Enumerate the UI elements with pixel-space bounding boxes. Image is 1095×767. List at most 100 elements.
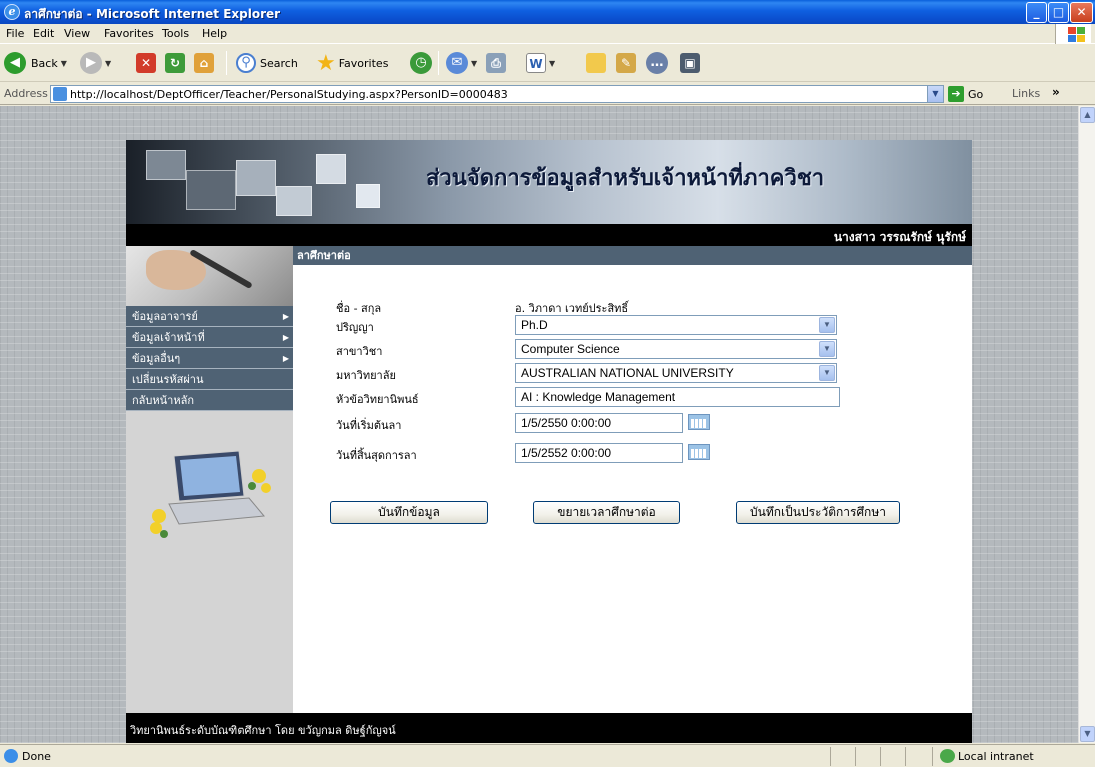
- page-banner: ส่วนจัดการข้อมูลสำหรับเจ้าหน้าที่ภาควิชา: [126, 140, 972, 224]
- print-button[interactable]: ⎙: [486, 50, 506, 76]
- university-label: มหาวิทยาลัย: [336, 369, 396, 382]
- status-text: Done: [22, 750, 51, 763]
- toolbar: ◀ Back ▼ ▶ ▼ ✕ ↻ ⌂ ⚲ Search ★ Favorites …: [0, 45, 1095, 82]
- sidebar-photo: [126, 246, 293, 306]
- forward-button[interactable]: ▶ ▼: [80, 50, 111, 76]
- name-label: ชื่อ - สกุล: [336, 302, 382, 315]
- page-icon: [53, 87, 67, 101]
- title-bar: e ลาศึกษาต่อ - Microsoft Internet Explor…: [0, 0, 1095, 24]
- mail-button[interactable]: ✉ ▼: [446, 50, 477, 76]
- save-button[interactable]: บันทึกข้อมูล: [330, 501, 488, 524]
- messenger-button[interactable]: …: [646, 50, 668, 76]
- links-button[interactable]: Links: [1012, 87, 1040, 100]
- forward-arrow-icon: ▶: [80, 52, 102, 74]
- extend-study-button[interactable]: ขยายเวลาศึกษาต่อ: [533, 501, 680, 524]
- stop-button[interactable]: ✕: [136, 50, 156, 76]
- content-panel: ลาศึกษาต่อ ชื่อ - สกุล อ. วิภาดา เวทย์ปร…: [293, 246, 972, 713]
- ie-icon: e: [4, 4, 20, 20]
- page-done-icon: [4, 749, 18, 763]
- back-arrow-icon: ◀: [4, 52, 26, 74]
- chevron-down-icon[interactable]: ▼: [819, 365, 835, 381]
- chevron-down-icon[interactable]: ▼: [819, 317, 835, 333]
- scroll-down-icon[interactable]: ▼: [1080, 726, 1095, 742]
- tool-button[interactable]: ▣: [680, 50, 700, 76]
- go-label: Go: [968, 87, 984, 101]
- go-button[interactable]: ➔ Go: [948, 86, 983, 102]
- section-title: ลาศึกษาต่อ: [293, 246, 972, 265]
- chevron-down-icon: ▼: [549, 58, 556, 68]
- chevron-right-icon: ▶: [282, 312, 289, 321]
- menu-view[interactable]: View: [64, 27, 90, 40]
- stop-icon: ✕: [136, 53, 156, 73]
- back-label: Back: [31, 56, 58, 70]
- user-bar: นางสาว วรรณรักษ์ นุรักษ์: [126, 224, 972, 246]
- sidebar-item-other[interactable]: ข้อมูลอื่นๆ ▶: [126, 348, 293, 369]
- thesis-label: หัวข้อวิทยานิพนธ์: [336, 393, 419, 406]
- sidebar-menu: ข้อมูลอาจารย์ ▶ ข้อมูลเจ้าหน้าที่ ▶ ข้อม…: [126, 306, 293, 411]
- security-zone: Local intranet: [958, 750, 1034, 763]
- chevron-down-icon: ▼: [471, 58, 478, 68]
- degree-select[interactable]: Ph.D ▼: [515, 315, 837, 335]
- degree-label: ปริญญา: [336, 321, 374, 334]
- history-icon: ◷: [410, 52, 432, 74]
- save-history-button[interactable]: บันทึกเป็นประวัติการศึกษา: [736, 501, 900, 524]
- sidebar-item-home[interactable]: กลับหน้าหลัก: [126, 390, 293, 411]
- intranet-icon: [940, 749, 955, 763]
- vertical-scrollbar[interactable]: ▲ ▼: [1078, 106, 1095, 743]
- search-button[interactable]: ⚲ Search: [236, 50, 298, 76]
- chevron-right-icon[interactable]: »: [1052, 85, 1060, 99]
- close-button[interactable]: ✕: [1070, 2, 1093, 23]
- degree-value: Ph.D: [521, 318, 548, 332]
- sidebar-item-label: เปลี่ยนรหัสผ่าน: [132, 373, 204, 386]
- history-button[interactable]: ◷: [410, 50, 432, 76]
- chevron-down-icon[interactable]: ▼: [819, 341, 835, 357]
- favorites-button[interactable]: ★ Favorites: [316, 50, 388, 76]
- calendar-icon[interactable]: [688, 444, 710, 460]
- user-name: นางสาว วรรณรักษ์ นุรักษ์: [833, 230, 966, 244]
- menu-file[interactable]: File: [6, 27, 24, 40]
- home-button[interactable]: ⌂: [194, 50, 214, 76]
- home-icon: ⌂: [194, 53, 214, 73]
- address-url: http://localhost/DeptOfficer/Teacher/Per…: [70, 88, 508, 101]
- laptop-flowers-illustration: [150, 450, 271, 538]
- window-title: ลาศึกษาต่อ - Microsoft Internet Explorer: [24, 7, 281, 21]
- messenger-icon: …: [646, 52, 668, 74]
- start-date-value: 1/5/2550 0:00:00: [521, 416, 612, 430]
- scroll-up-icon[interactable]: ▲: [1080, 107, 1095, 123]
- edit-button[interactable]: W ▼: [526, 50, 555, 76]
- address-label: Address: [4, 87, 48, 100]
- sidebar-item-staff[interactable]: ข้อมูลเจ้าหน้าที่ ▶: [126, 327, 293, 348]
- folder-button[interactable]: [586, 50, 606, 76]
- footer-text: วิทยานิพนธ์ระดับบัณฑิตศึกษา โดย ขวัญกมล …: [130, 724, 396, 737]
- sidebar-item-change-password[interactable]: เปลี่ยนรหัสผ่าน: [126, 369, 293, 390]
- refresh-icon: ↻: [165, 53, 185, 73]
- status-bar: Done Local intranet: [0, 744, 1095, 767]
- thesis-input[interactable]: AI : Knowledge Management: [515, 387, 840, 407]
- end-date-input[interactable]: 1/5/2552 0:00:00: [515, 443, 683, 463]
- menu-edit[interactable]: Edit: [33, 27, 54, 40]
- star-icon: ★: [316, 50, 336, 76]
- word-icon: W: [526, 53, 546, 73]
- maximize-button[interactable]: □: [1048, 2, 1069, 23]
- university-select[interactable]: AUSTRALIAN NATIONAL UNIVERSITY ▼: [515, 363, 837, 383]
- calendar-icon[interactable]: [688, 414, 710, 430]
- major-select[interactable]: Computer Science ▼: [515, 339, 837, 359]
- menu-tools[interactable]: Tools: [162, 27, 189, 40]
- sidebar-item-teacher[interactable]: ข้อมูลอาจารย์ ▶: [126, 306, 293, 327]
- tool-icon: ▣: [680, 53, 700, 73]
- minimize-button[interactable]: _: [1026, 2, 1047, 23]
- university-value: AUSTRALIAN NATIONAL UNIVERSITY: [521, 366, 734, 380]
- chevron-down-icon: ▼: [60, 58, 67, 68]
- start-date-input[interactable]: 1/5/2550 0:00:00: [515, 413, 683, 433]
- chevron-down-icon[interactable]: ▼: [927, 86, 943, 102]
- search-icon: ⚲: [236, 53, 256, 73]
- address-input[interactable]: http://localhost/DeptOfficer/Teacher/Per…: [50, 85, 944, 103]
- chevron-down-icon: ▼: [105, 58, 112, 68]
- sidebar-item-label: กลับหน้าหลัก: [132, 394, 194, 407]
- back-button[interactable]: ◀ Back ▼: [4, 50, 67, 76]
- address-bar: Address http://localhost/DeptOfficer/Tea…: [0, 83, 1095, 105]
- research-button[interactable]: ✎: [616, 50, 636, 76]
- menu-favorites[interactable]: Favorites: [104, 27, 154, 40]
- refresh-button[interactable]: ↻: [165, 50, 185, 76]
- menu-help[interactable]: Help: [202, 27, 227, 40]
